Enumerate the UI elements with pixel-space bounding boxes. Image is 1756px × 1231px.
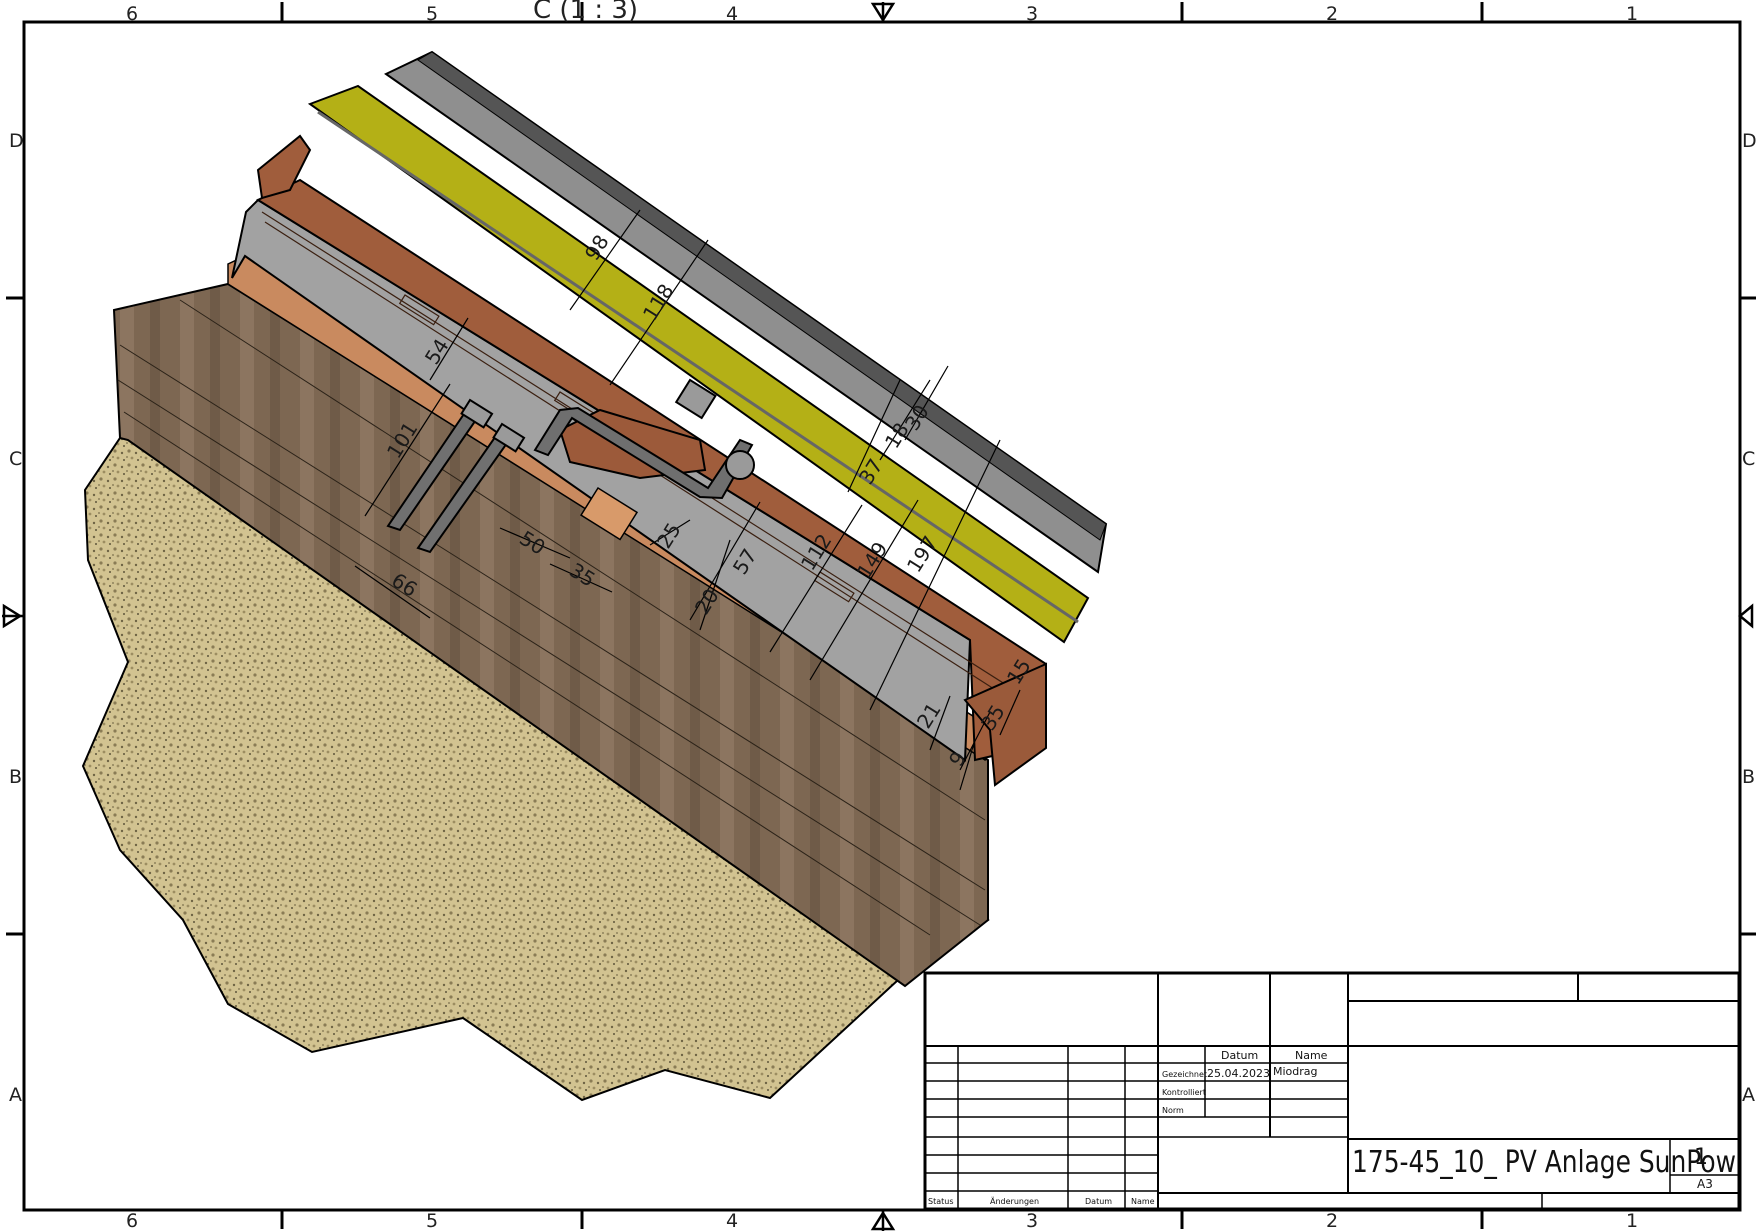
- zone-col-bottom-1: 6: [126, 1210, 138, 1231]
- zone-col-bottom-4: 3: [1026, 1210, 1038, 1231]
- drawing-sheet: 6 5 4 3 2 1 6 5 4 3 2 1 D C B A D C B A …: [2, 0, 1756, 1231]
- gezeichnet-date: 25.04.2023: [1207, 1067, 1270, 1080]
- zone-col-top-1: 6: [126, 3, 138, 25]
- name-label: Name: [1131, 1197, 1155, 1206]
- zone-row-left-d: D: [9, 130, 24, 152]
- zone-row-left-b: B: [9, 766, 22, 788]
- sheet-number: 1: [1694, 1145, 1708, 1170]
- zone-row-right-b: B: [1742, 766, 1755, 788]
- aenderungen-label: Änderungen: [990, 1196, 1039, 1206]
- zone-row-right-a: A: [1742, 1084, 1755, 1106]
- zone-col-top-4: 3: [1026, 3, 1038, 25]
- datum-header: Datum: [1221, 1049, 1258, 1062]
- zone-col-bottom-3: 4: [726, 1210, 738, 1231]
- zone-col-top-6: 1: [1626, 3, 1638, 25]
- norm-label: Norm: [1162, 1106, 1184, 1115]
- zone-col-bottom-5: 2: [1326, 1210, 1338, 1231]
- zone-col-top-3: 4: [726, 3, 738, 25]
- zone-row-left-c: C: [9, 448, 22, 470]
- gezeichnet-label: Gezeichnet: [1162, 1070, 1207, 1079]
- kontrolliert-label: Kontrolliert: [1162, 1088, 1206, 1097]
- zone-col-bottom-2: 5: [426, 1210, 438, 1231]
- zone-row-right-d: D: [1742, 130, 1756, 152]
- sheet-format: A3: [1697, 1177, 1713, 1191]
- name-header: Name: [1295, 1049, 1328, 1062]
- zone-col-bottom-6: 1: [1626, 1210, 1638, 1231]
- datum-label: Datum: [1085, 1197, 1112, 1206]
- zone-row-left-a: A: [9, 1084, 22, 1106]
- view-label: C (1 : 3): [533, 0, 638, 25]
- drawing-title: 175-45_10_ PV Anlage SunPow: [1352, 1145, 1736, 1180]
- section-view: 98 118 54 101 50 35 66 25 57 20 112 149 …: [81, 50, 1108, 1102]
- zone-row-right-c: C: [1742, 448, 1755, 470]
- gezeichnet-name: Miodrag: [1273, 1065, 1318, 1078]
- status-label: Status: [928, 1197, 954, 1206]
- zone-col-top-2: 5: [426, 3, 438, 25]
- zone-col-top-5: 2: [1326, 3, 1338, 25]
